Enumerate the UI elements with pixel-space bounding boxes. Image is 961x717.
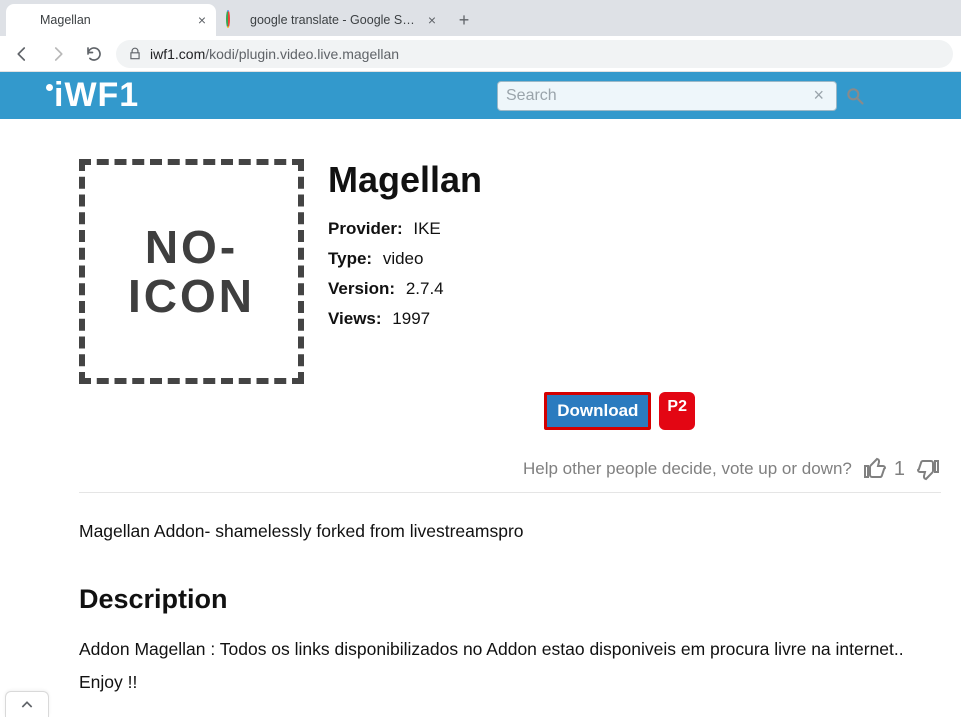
vote-up-count: 1 [894, 458, 905, 481]
address-bar[interactable]: iwf1.com/kodi/plugin.video.live.magellan [116, 40, 953, 68]
field-value: 2.7.4 [406, 279, 444, 298]
field-label: Provider: [328, 219, 403, 238]
thumbs-down-icon[interactable] [915, 456, 941, 482]
url-text: iwf1.com/kodi/plugin.video.live.magellan [150, 46, 399, 62]
no-icon-placeholder: NO- ICON [79, 159, 304, 384]
clear-icon[interactable]: × [809, 85, 828, 106]
forward-button[interactable] [44, 40, 72, 68]
tab-title: Magellan [40, 13, 190, 27]
browser-toolbar: iwf1.com/kodi/plugin.video.live.magellan [0, 36, 961, 72]
field-provider: Provider: IKE [328, 219, 941, 239]
site-header: iWF1 × [0, 72, 961, 119]
favicon-icon [16, 12, 32, 28]
field-type: Type: video [328, 249, 941, 269]
no-icon-line: NO- [128, 223, 255, 271]
p2-button[interactable]: P2 [659, 392, 695, 430]
browser-tab[interactable]: Magellan × [6, 4, 216, 36]
tab-title: google translate - Google Search [250, 13, 420, 27]
favicon-icon [226, 12, 242, 28]
new-tab-button[interactable]: + [450, 6, 478, 34]
scroll-to-top-button[interactable] [5, 691, 49, 717]
browser-tab[interactable]: google translate - Google Search × [216, 4, 446, 36]
field-version: Version: 2.7.4 [328, 279, 941, 299]
reload-button[interactable] [80, 40, 108, 68]
lock-icon [128, 47, 142, 61]
vote-prompt: Help other people decide, vote up or dow… [523, 459, 852, 479]
close-icon[interactable]: × [198, 12, 206, 28]
no-icon-line: ICON [128, 272, 255, 320]
site-search: × [497, 81, 873, 111]
close-icon[interactable]: × [428, 12, 436, 28]
search-box[interactable]: × [497, 81, 837, 111]
field-value: IKE [413, 219, 440, 238]
field-label: Type: [328, 249, 372, 268]
vote-row: Help other people decide, vote up or dow… [79, 456, 941, 493]
description-body: Addon Magellan : Todos os links disponib… [79, 633, 941, 700]
field-views: Views: 1997 [328, 309, 941, 329]
site-logo[interactable]: iWF1 [44, 76, 139, 115]
thumbs-up-icon[interactable] [862, 456, 888, 482]
url-host: iwf1.com [150, 46, 205, 62]
back-button[interactable] [8, 40, 36, 68]
field-label: Version: [328, 279, 395, 298]
logo-text: iWF1 [54, 76, 139, 115]
description-heading: Description [79, 584, 941, 615]
addon-summary: Magellan Addon- shamelessly forked from … [79, 521, 941, 542]
addon-title: Magellan [328, 159, 941, 201]
field-label: Views: [328, 309, 382, 328]
url-path: /kodi/plugin.video.live.magellan [205, 46, 399, 62]
search-button[interactable] [837, 81, 873, 111]
search-input[interactable] [506, 87, 809, 105]
page-body: NO- ICON Magellan Provider: IKE Type: vi… [0, 119, 961, 717]
field-value: 1997 [392, 309, 430, 328]
browser-tab-strip: Magellan × google translate - Google Sea… [0, 0, 961, 36]
download-button[interactable]: Download [544, 392, 651, 430]
field-value: video [383, 249, 424, 268]
